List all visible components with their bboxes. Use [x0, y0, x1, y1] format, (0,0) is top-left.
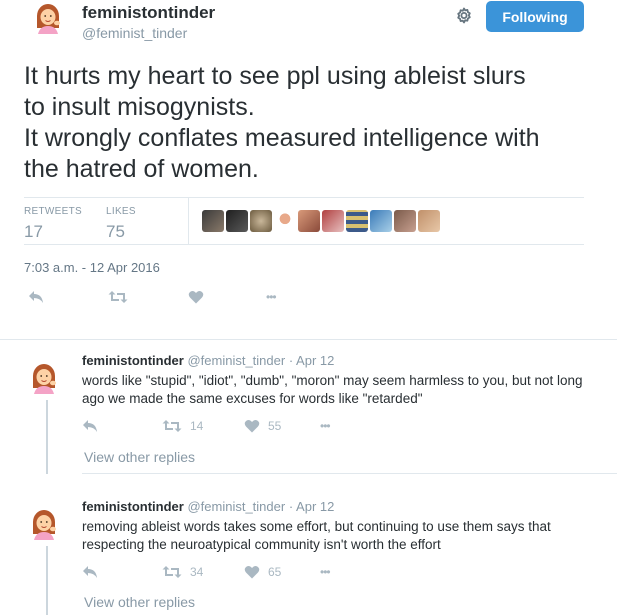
liker-avatar[interactable] — [226, 210, 248, 232]
liker-avatar[interactable] — [202, 210, 224, 232]
reply-actions: 14 55 ••• — [82, 419, 382, 439]
retweet-button[interactable] — [108, 290, 128, 304]
retweet-icon — [162, 566, 182, 578]
heart-icon — [244, 565, 260, 579]
reply-avatar[interactable] — [28, 508, 60, 540]
retweet-icon — [108, 291, 128, 303]
retweets-stat[interactable]: RETWEETS 17 — [24, 206, 82, 242]
reply-text: words like "stupid", "idiot", "dumb", "m… — [82, 373, 583, 406]
more-button[interactable]: ••• — [320, 419, 331, 433]
liker-avatar[interactable] — [394, 210, 416, 232]
more-icon: ••• — [320, 565, 331, 579]
woman-tipping-hand-emoji-icon — [32, 509, 57, 540]
reply-icon — [83, 566, 97, 578]
retweet-count: 14 — [190, 419, 204, 433]
thread-line — [46, 546, 48, 615]
like-button[interactable]: 55 — [244, 419, 281, 433]
liker-avatar[interactable] — [274, 210, 296, 232]
reply-meta: @feminist_tinder · Apr 12 — [187, 353, 335, 368]
reply-text: removing ableist words takes some effort… — [82, 519, 551, 552]
more-button[interactable]: ••• — [320, 565, 331, 579]
reply-button[interactable] — [28, 290, 44, 304]
reply-button[interactable] — [82, 419, 98, 433]
tweet-stats: RETWEETS 17 LIKES 75 — [24, 197, 584, 245]
display-name[interactable]: feministontinder — [82, 3, 215, 23]
retweet-count: 34 — [190, 565, 204, 579]
likes-label: LIKES — [106, 206, 136, 217]
retweet-icon — [162, 420, 182, 432]
reply-icon — [29, 291, 43, 303]
screen-name[interactable]: @feminist_tinder — [82, 25, 187, 41]
tweet-actions: ••• — [24, 290, 324, 310]
reply-avatar[interactable] — [28, 362, 60, 394]
liker-avatar[interactable] — [418, 210, 440, 232]
liker-avatar[interactable] — [370, 210, 392, 232]
like-count: 65 — [268, 565, 282, 579]
woman-tipping-hand-emoji-icon — [32, 363, 57, 394]
thread-line — [46, 400, 48, 474]
like-button[interactable] — [188, 290, 204, 304]
divider — [82, 473, 617, 474]
retweets-count: 17 — [24, 222, 43, 241]
gear-icon[interactable] — [454, 6, 474, 26]
reply-display-name[interactable]: feministontinder — [82, 353, 184, 368]
retweet-button[interactable]: 14 — [162, 419, 203, 433]
stats-divider — [188, 198, 189, 244]
reply-display-name[interactable]: feministontinder — [82, 499, 184, 514]
heart-icon — [244, 419, 260, 433]
like-button[interactable]: 65 — [244, 565, 281, 579]
more-icon: ••• — [266, 290, 277, 304]
likes-count: 75 — [106, 222, 125, 241]
following-button[interactable]: Following — [486, 1, 584, 32]
woman-tipping-hand-emoji-icon — [36, 3, 61, 34]
view-other-replies-link[interactable]: View other replies — [84, 449, 195, 465]
view-other-replies-link[interactable]: View other replies — [84, 594, 195, 610]
liker-avatar[interactable] — [298, 210, 320, 232]
reply-actions: 34 65 ••• — [82, 565, 382, 585]
liker-avatars — [202, 210, 440, 232]
reply-icon — [83, 420, 97, 432]
like-count: 55 — [268, 419, 282, 433]
retweets-label: RETWEETS — [24, 206, 82, 217]
more-icon: ••• — [320, 419, 331, 433]
heart-icon — [188, 290, 204, 304]
divider — [0, 339, 617, 340]
reply-header[interactable]: feministontinder @feminist_tinder · Apr … — [82, 499, 334, 514]
liker-avatar[interactable] — [346, 210, 368, 232]
reply-button[interactable] — [82, 565, 98, 579]
avatar[interactable] — [32, 2, 64, 34]
reply-meta: @feminist_tinder · Apr 12 — [187, 499, 335, 514]
tweet-timestamp[interactable]: 7:03 a.m. - 12 Apr 2016 — [24, 260, 160, 275]
reply-header[interactable]: feministontinder @feminist_tinder · Apr … — [82, 353, 334, 368]
tweet-text: It hurts my heart to see ppl using ablei… — [24, 62, 540, 183]
liker-avatar[interactable] — [250, 210, 272, 232]
liker-avatar[interactable] — [322, 210, 344, 232]
more-button[interactable]: ••• — [266, 290, 277, 304]
retweet-button[interactable]: 34 — [162, 565, 203, 579]
likes-stat[interactable]: LIKES 75 — [106, 206, 136, 242]
